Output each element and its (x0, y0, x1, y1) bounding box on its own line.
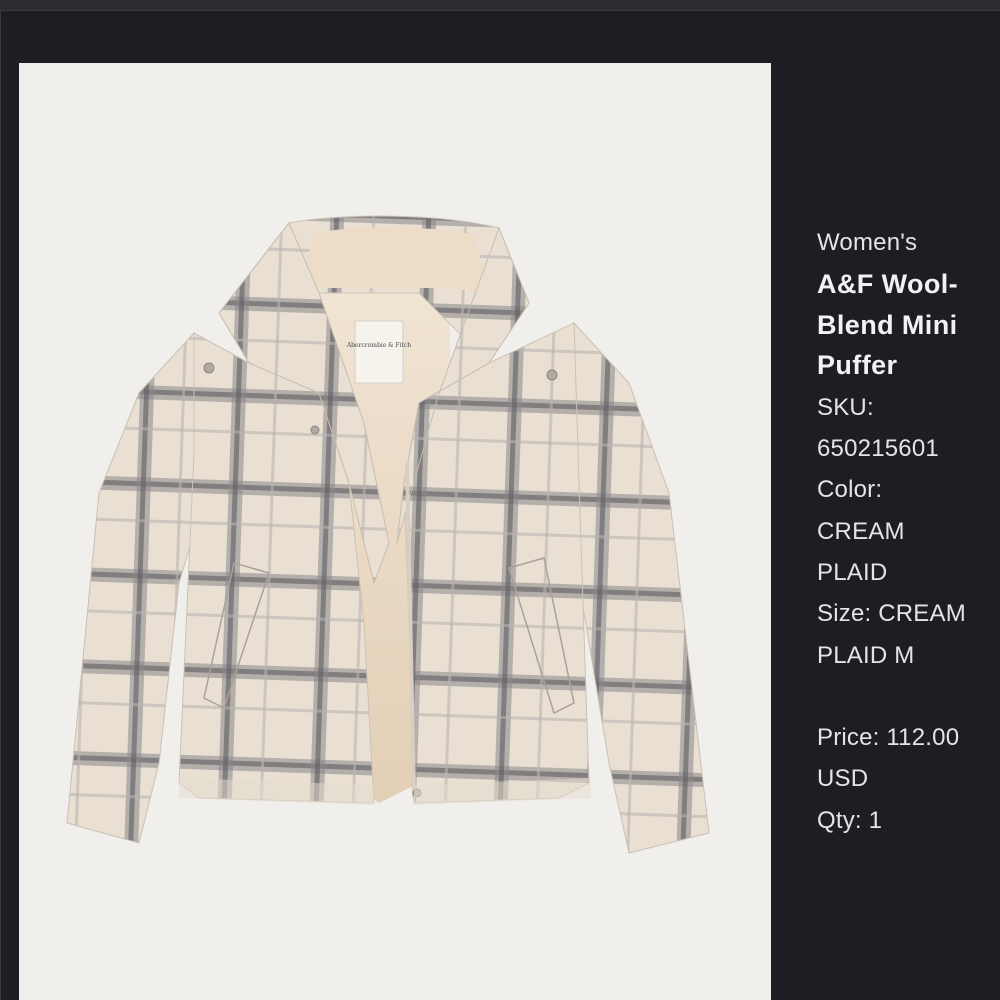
product-title-line: Puffer (817, 350, 898, 381)
size-line: Size: CREAM (817, 600, 966, 628)
snap-button (546, 369, 558, 381)
snap-button (310, 425, 320, 435)
jacket-image: Abercrombie & Fitch (66, 215, 710, 854)
window-left-border (0, 10, 1, 1000)
window-top-bar (0, 0, 1000, 11)
product-title[interactable]: A&F Wool- Blend Mini Puffer (817, 264, 1000, 386)
sku-value: 650215601 (817, 435, 939, 463)
product-title-line: A&F Wool- (817, 269, 959, 300)
price-currency: USD (817, 765, 869, 793)
product-category: Women's (817, 229, 918, 256)
svg-text:Abercrombie & Fitch: Abercrombie & Fitch (346, 342, 411, 349)
product-details: Women's A&F Wool- Blend Mini Puffer SKU:… (817, 222, 1000, 841)
quantity-line: Qty: 1 (817, 806, 883, 834)
product-title-line: Blend Mini (817, 309, 958, 340)
color-value: PLAID (817, 558, 888, 586)
product-photo[interactable]: Abercrombie & Fitch (19, 63, 771, 1000)
snap-button (203, 362, 215, 374)
size-line: PLAID M (817, 641, 915, 669)
brand-tag (354, 320, 404, 384)
color-value: CREAM (817, 517, 905, 545)
price-line: Price: 112.00 (817, 724, 960, 752)
sku-label: SKU: (817, 393, 874, 421)
color-label: Color: (817, 476, 883, 504)
